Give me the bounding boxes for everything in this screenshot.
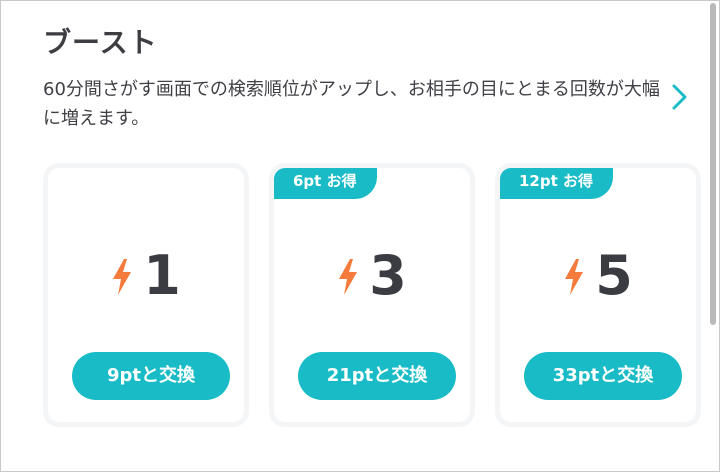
boost-count-row: 1 xyxy=(48,246,244,306)
boost-option-card-5: 12pt お得 5 33ptと交換 xyxy=(495,163,701,427)
savings-badge: 6pt お得 xyxy=(274,168,377,199)
boost-count: 1 xyxy=(143,244,181,307)
scrollbar[interactable] xyxy=(709,1,717,471)
savings-badge: 12pt お得 xyxy=(500,168,614,199)
boost-option-card-3: 6pt お得 3 21ptと交換 xyxy=(269,163,475,427)
boost-description: 60分間さがす画面での検索順位がアップし、お相手の目にとまる回数が大幅に増えます… xyxy=(43,79,660,129)
boost-count-row: 3 xyxy=(274,246,470,306)
page-title: ブースト xyxy=(43,26,158,59)
chevron-right-icon[interactable] xyxy=(665,81,693,113)
exchange-button-3[interactable]: 21ptと交換 xyxy=(298,352,456,400)
scrollbar-thumb[interactable] xyxy=(710,3,716,325)
lightning-bolt-icon xyxy=(565,259,584,295)
lightning-bolt-icon xyxy=(113,259,132,295)
boost-panel: ブースト 60分間さがす画面での検索順位がアップし、お相手の目にとまる回数が大幅… xyxy=(0,0,720,472)
exchange-button-5[interactable]: 33ptと交換 xyxy=(524,352,682,400)
exchange-button-1[interactable]: 9ptと交換 xyxy=(72,352,230,400)
lightning-bolt-icon xyxy=(339,259,358,295)
boost-count: 3 xyxy=(369,244,407,307)
boost-count: 5 xyxy=(595,244,633,307)
boost-count-row: 5 xyxy=(500,246,696,306)
boost-option-card-1: 1 9ptと交換 xyxy=(43,163,249,427)
